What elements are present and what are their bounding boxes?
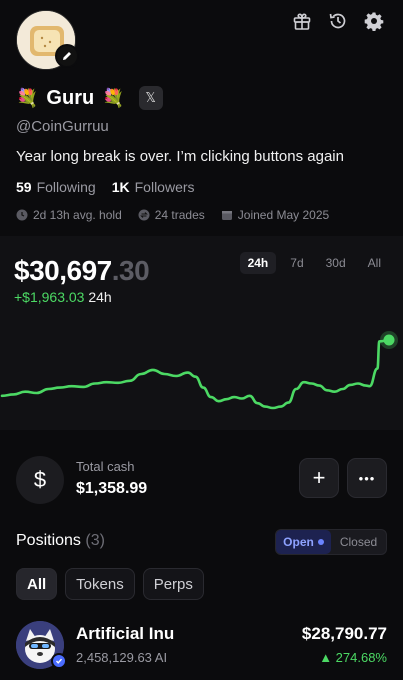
following-label: Following bbox=[36, 179, 96, 195]
header-actions bbox=[291, 10, 385, 32]
portfolio-change: +$1,963.03 24h bbox=[14, 289, 112, 305]
follow-stats: 59 Following 1K Followers bbox=[16, 179, 195, 195]
followers-link[interactable]: 1K Followers bbox=[112, 179, 195, 195]
trades-stat: 24 trades bbox=[138, 208, 205, 222]
total-cash-value: $1,358.99 bbox=[76, 480, 148, 497]
portfolio-series-line bbox=[0, 338, 391, 410]
dollar-icon: $ bbox=[16, 456, 64, 504]
add-cash-button[interactable]: + bbox=[299, 458, 339, 498]
flower-right-emoji: 💐 bbox=[102, 87, 125, 108]
filter-chip-tokens[interactable]: Tokens bbox=[65, 568, 135, 600]
flower-left-emoji: 💐 bbox=[16, 87, 39, 108]
profile-bio: Year long break is over. I’m clicking bu… bbox=[16, 148, 344, 165]
position-name[interactable]: Artificial Inu bbox=[76, 624, 174, 644]
position-change: ▲ 274.68% bbox=[319, 650, 387, 665]
trades-text: 24 trades bbox=[154, 208, 205, 222]
filter-chip-perps[interactable]: Perps bbox=[142, 568, 204, 600]
positions-title: Positions bbox=[16, 532, 81, 549]
balance-decimals: .30 bbox=[111, 255, 150, 286]
profile-handle: @CoinGurruu bbox=[16, 118, 109, 135]
verified-icon bbox=[51, 653, 67, 669]
closed-tab[interactable]: Closed bbox=[331, 530, 386, 554]
positions-header: Positions (3) bbox=[16, 532, 105, 550]
open-closed-toggle: Open Closed bbox=[275, 529, 387, 555]
x-link-badge[interactable]: 𝕏 bbox=[138, 86, 163, 110]
time-range-selector: 24h 7d 30d All bbox=[239, 252, 389, 274]
total-cash-label: Total cash bbox=[76, 459, 135, 474]
change-value: +$1,963.03 bbox=[14, 289, 85, 305]
range-tab-all[interactable]: All bbox=[360, 252, 389, 274]
swap-icon bbox=[138, 209, 150, 221]
avg-hold-text: 2d 13h avg. hold bbox=[33, 208, 122, 222]
position-amount: 2,458,129.63 AI bbox=[76, 650, 168, 665]
portfolio-balance: $30,697.30 bbox=[14, 255, 150, 287]
gift-icon[interactable] bbox=[291, 10, 313, 32]
portfolio-line-chart bbox=[0, 331, 398, 410]
range-tab-24h[interactable]: 24h bbox=[239, 252, 277, 274]
open-indicator-dot bbox=[317, 539, 324, 545]
calendar-icon bbox=[221, 211, 232, 220]
following-count: 59 bbox=[16, 179, 32, 195]
profile-name-row: 💐 Guru 💐 𝕏 bbox=[16, 86, 163, 110]
more-options-button[interactable]: ••• bbox=[347, 458, 387, 498]
change-period: 24h bbox=[88, 289, 112, 305]
followers-count: 1K bbox=[111, 179, 130, 195]
gear-icon[interactable] bbox=[363, 10, 385, 32]
following-link[interactable]: 59 Following bbox=[16, 179, 96, 195]
current-value-dot bbox=[383, 334, 395, 346]
positions-count: (3) bbox=[85, 532, 105, 549]
position-value: $28,790.77 bbox=[301, 624, 387, 643]
clock-icon bbox=[16, 209, 28, 221]
position-filters: All Tokens Perps bbox=[16, 568, 204, 600]
range-tab-7d[interactable]: 7d bbox=[282, 252, 311, 274]
joined-stat: Joined May 2025 bbox=[221, 208, 329, 222]
open-label: Open bbox=[283, 535, 314, 549]
profile-name: Guru bbox=[46, 86, 95, 109]
profile-meta: 2d 13h avg. hold 24 trades Joined May 20… bbox=[16, 208, 329, 222]
pencil-icon bbox=[63, 52, 71, 60]
open-tab[interactable]: Open bbox=[276, 530, 331, 554]
followers-label: Followers bbox=[134, 179, 195, 195]
edit-avatar-button[interactable] bbox=[55, 44, 79, 68]
filter-chip-all[interactable]: All bbox=[16, 568, 58, 600]
joined-text: Joined May 2025 bbox=[237, 208, 330, 222]
history-icon[interactable] bbox=[327, 10, 349, 32]
range-tab-30d[interactable]: 30d bbox=[318, 252, 354, 274]
balance-main: $30,697 bbox=[14, 255, 112, 286]
avg-hold-stat: 2d 13h avg. hold bbox=[16, 208, 122, 222]
